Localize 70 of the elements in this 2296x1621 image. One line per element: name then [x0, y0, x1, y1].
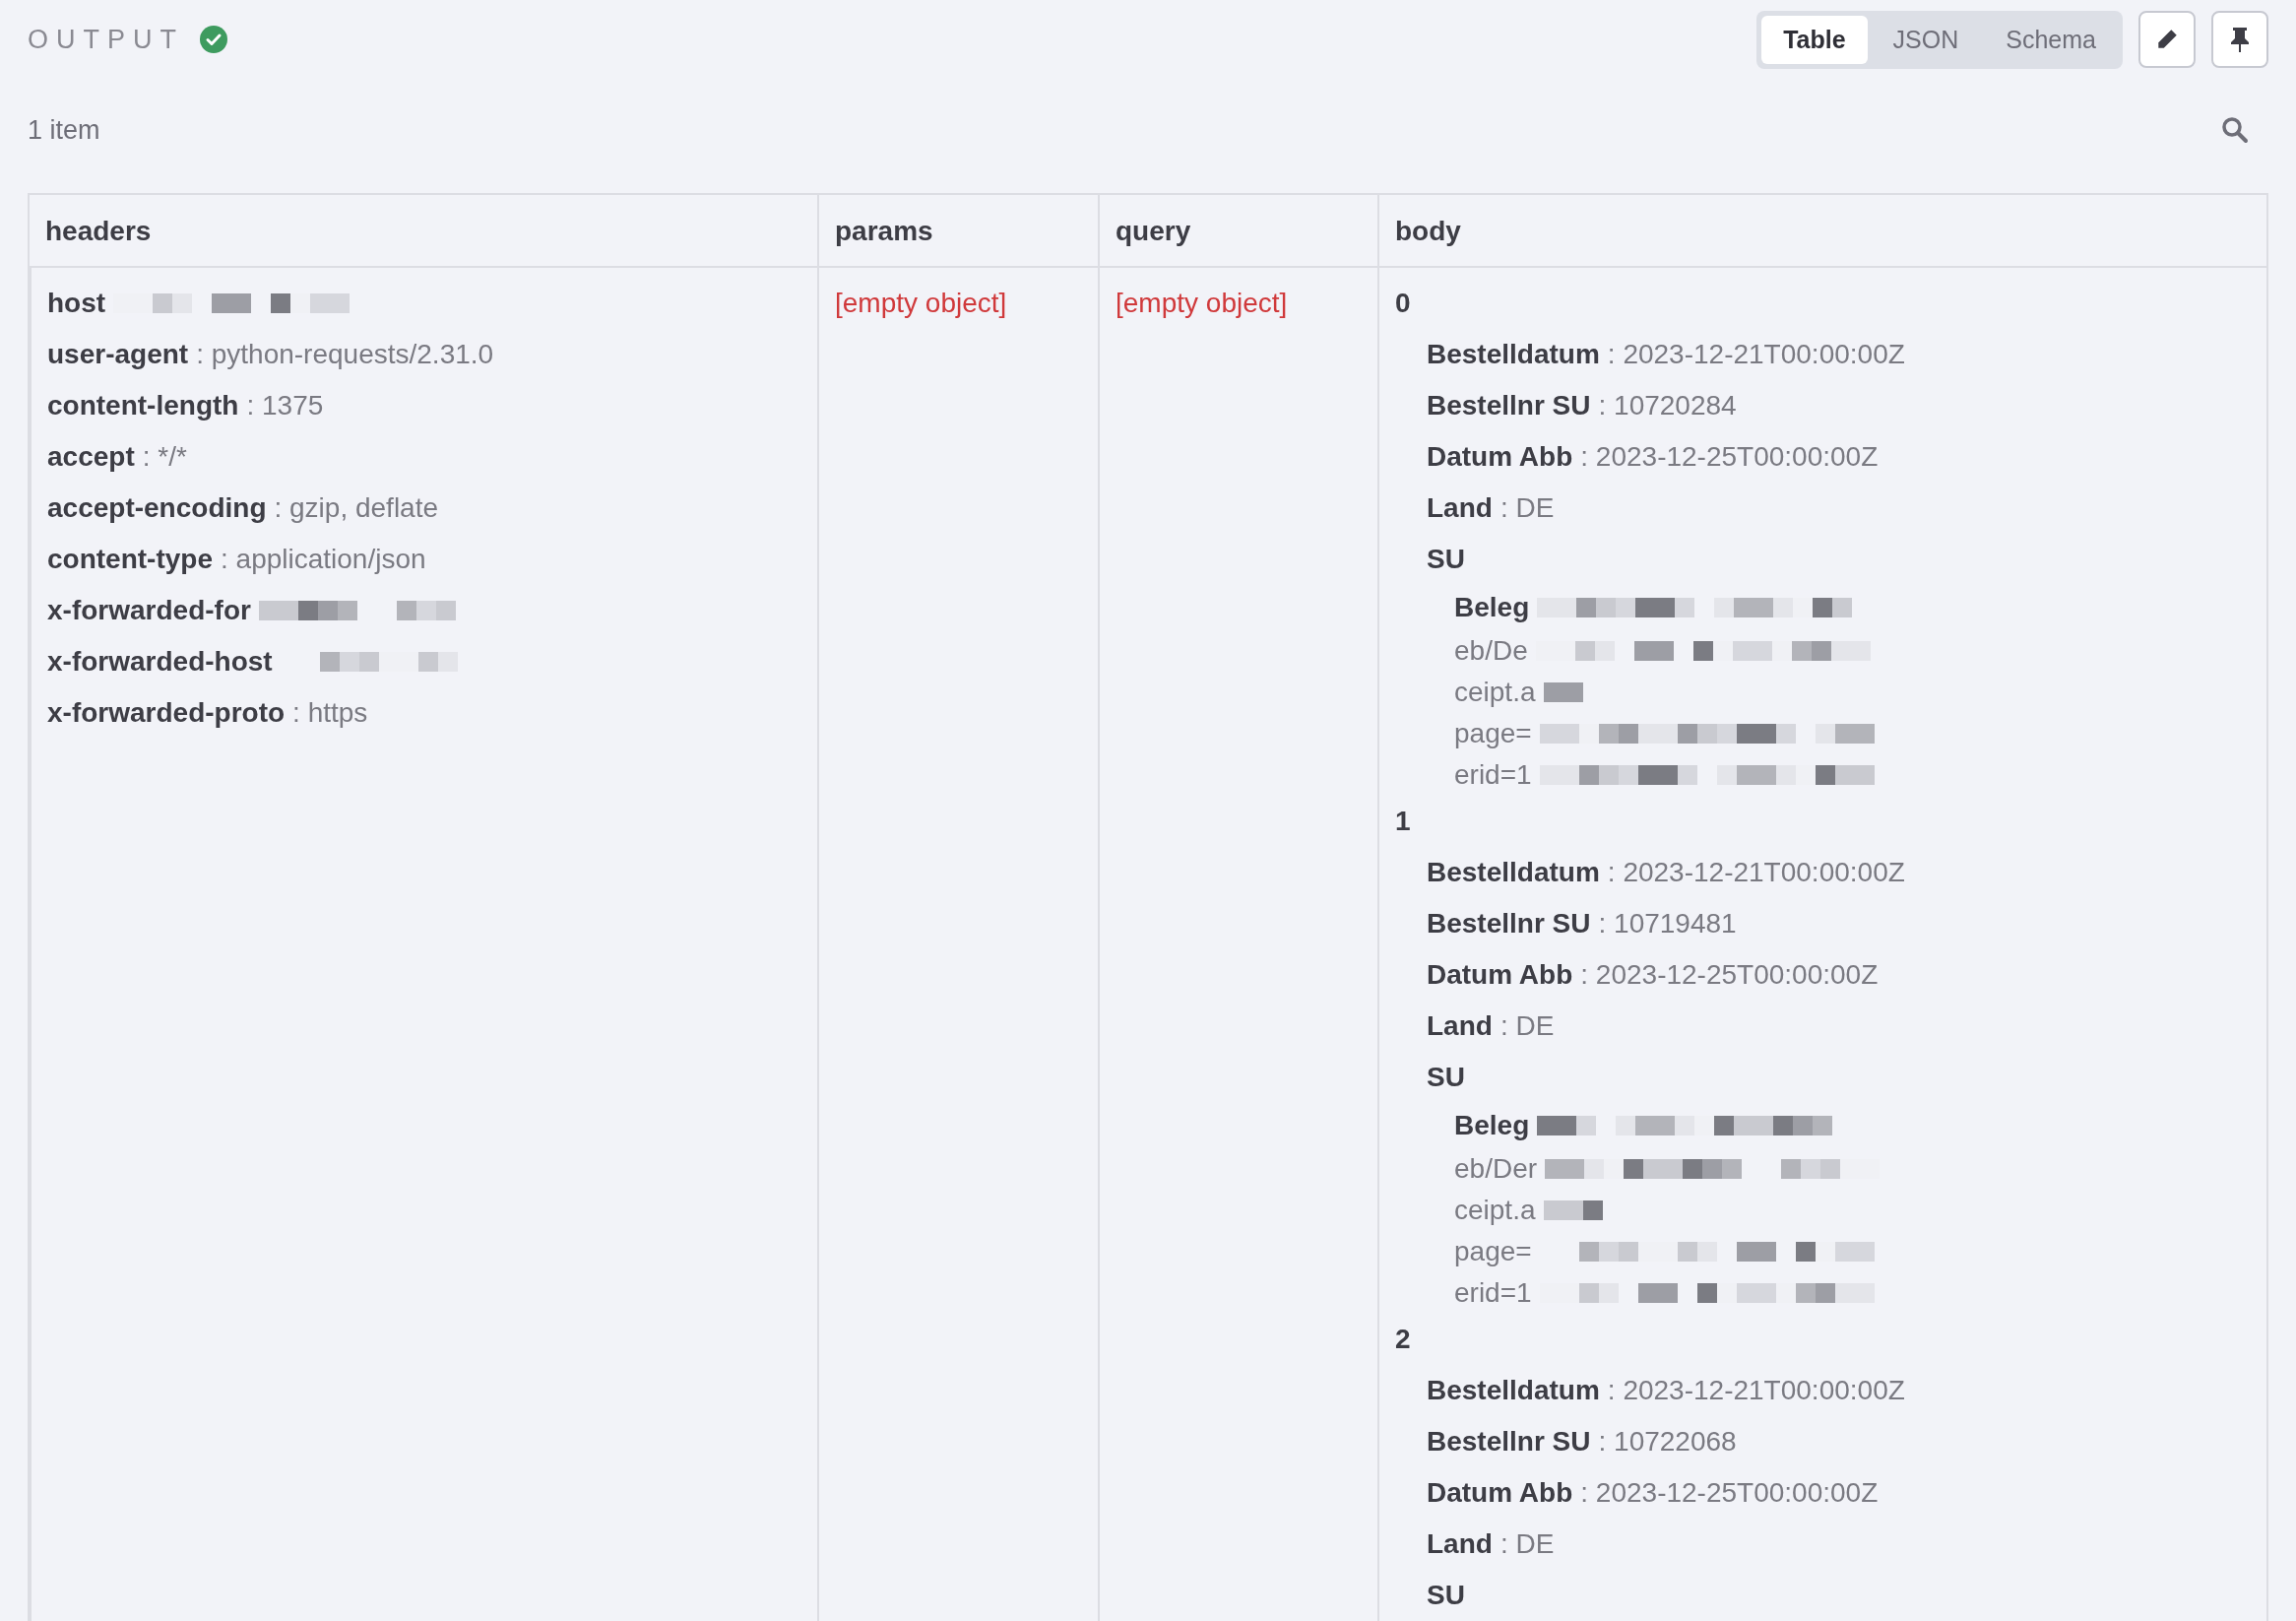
value-fragment: erid=1 — [1454, 759, 1532, 791]
item-index: 1 — [1395, 806, 1411, 837]
header-value: : application/json — [221, 544, 426, 575]
view-tab[interactable]: Table — [1761, 15, 1868, 64]
query-value: [empty object] — [1116, 288, 1288, 318]
header-value: : 1375 — [246, 390, 324, 421]
header-key: content-length — [47, 390, 239, 421]
field-key: Land — [1427, 492, 1493, 524]
value-fragment: ceipt.a — [1454, 1195, 1536, 1226]
field-value: : 2023-12-21T00:00:00Z — [1607, 339, 1905, 370]
value-fragment: page= — [1454, 1236, 1532, 1267]
column-header: query — [1098, 195, 1377, 268]
header-key: x-forwarded-for — [47, 595, 251, 626]
field-key: Datum Abb — [1427, 441, 1573, 473]
header-key: host — [47, 288, 106, 319]
field-key: Bestelldatum — [1427, 857, 1600, 888]
header-key: user-agent — [47, 339, 189, 370]
panel-title: OUTPUT — [28, 24, 184, 55]
field-value: : 2023-12-25T00:00:00Z — [1580, 441, 1879, 473]
field-value: : 2023-12-25T00:00:00Z — [1580, 1477, 1879, 1509]
field-key: Bestellnr SU — [1427, 390, 1591, 421]
field-key: Bestellnr SU — [1427, 1426, 1591, 1458]
header-key: content-type — [47, 544, 213, 575]
column-header: body — [1377, 195, 2266, 268]
field-key: Bestelldatum — [1427, 1375, 1600, 1406]
header-value: : https — [292, 697, 368, 729]
field-key: Bestelldatum — [1427, 339, 1600, 370]
value-fragment: eb/Der — [1454, 1153, 1538, 1185]
header-value: : */* — [142, 441, 187, 473]
header-value: : python-requests/2.31.0 — [196, 339, 494, 370]
field-key: Datum Abb — [1427, 959, 1573, 991]
header-key: accept — [47, 441, 135, 473]
header-value: : gzip, deflate — [274, 492, 439, 524]
pin-button[interactable] — [2211, 11, 2268, 68]
value-fragment: ceipt.a — [1454, 677, 1536, 708]
search-icon[interactable] — [2221, 116, 2249, 144]
field-value: : 10722068 — [1598, 1426, 1737, 1458]
view-tab[interactable]: Schema — [1984, 15, 2118, 64]
field-value: : DE — [1499, 1010, 1555, 1042]
value-fragment: page= — [1454, 718, 1532, 749]
field-value: : DE — [1499, 492, 1555, 524]
field-key: SU — [1427, 544, 1465, 575]
field-key: Land — [1427, 1528, 1493, 1560]
header-key: x-forwarded-proto — [47, 697, 286, 729]
value-fragment: eb/De — [1454, 635, 1528, 667]
column-header: params — [817, 195, 1098, 268]
pin-icon — [2228, 26, 2252, 53]
field-value: : DE — [1499, 1528, 1555, 1560]
field-value: : 10720284 — [1598, 390, 1737, 421]
view-tab[interactable]: JSON — [1871, 15, 1981, 64]
value-fragment: erid=1 — [1454, 1277, 1532, 1309]
field-key: Land — [1427, 1010, 1493, 1042]
field-value: : 2023-12-21T00:00:00Z — [1607, 857, 1905, 888]
field-key: Bestellnr SU — [1427, 908, 1591, 940]
field-key: Beleg — [1454, 1110, 1530, 1141]
field-value: : 2023-12-25T00:00:00Z — [1580, 959, 1879, 991]
params-value: [empty object] — [835, 288, 1007, 318]
item-index: 2 — [1395, 1324, 1411, 1355]
item-count: 1 item — [28, 114, 100, 146]
header-key: accept-encoding — [47, 492, 267, 524]
field-value: : 10719481 — [1598, 908, 1737, 940]
header-key: x-forwarded-host — [47, 646, 273, 678]
field-key: SU — [1427, 1062, 1465, 1093]
item-index: 0 — [1395, 288, 1411, 319]
field-key: SU — [1427, 1580, 1465, 1611]
edit-button[interactable] — [2138, 11, 2196, 68]
field-value: : 2023-12-21T00:00:00Z — [1607, 1375, 1905, 1406]
column-header: headers — [30, 195, 817, 268]
field-key: Beleg — [1454, 592, 1530, 623]
field-key: Datum Abb — [1427, 1477, 1573, 1509]
